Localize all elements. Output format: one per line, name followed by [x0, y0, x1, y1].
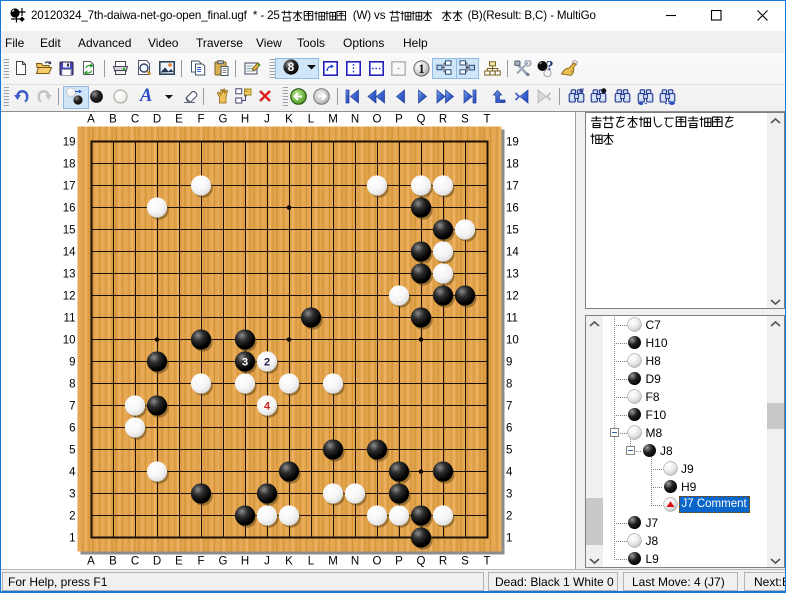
svg-text:H: H [241, 114, 249, 126]
svg-text:F: F [197, 556, 204, 568]
svg-text:2: 2 [69, 511, 75, 523]
svg-text:S: S [461, 114, 469, 126]
svg-text:K: K [285, 114, 293, 126]
svg-text:T: T [483, 114, 490, 126]
svg-text:E: E [175, 114, 183, 126]
svg-text:5: 5 [506, 445, 512, 457]
svg-text:N: N [351, 114, 359, 126]
svg-text:4: 4 [69, 467, 76, 479]
svg-text:H: H [241, 556, 249, 568]
svg-text:A: A [87, 556, 95, 568]
svg-text:18: 18 [506, 159, 519, 171]
svg-text:B: B [109, 114, 117, 126]
svg-text:18: 18 [63, 159, 76, 171]
svg-text:2: 2 [264, 357, 270, 369]
svg-text:G: G [219, 556, 228, 568]
svg-text:13: 13 [63, 269, 76, 281]
svg-text:T: T [483, 556, 490, 568]
svg-text:F: F [197, 114, 204, 126]
svg-text:M: M [328, 114, 338, 126]
svg-text:R: R [439, 556, 447, 568]
svg-text:C: C [131, 114, 139, 126]
svg-text:1: 1 [506, 533, 512, 545]
svg-text:16: 16 [63, 203, 76, 215]
svg-text:7: 7 [506, 401, 512, 413]
svg-text:9: 9 [506, 357, 512, 369]
svg-text:16: 16 [506, 203, 519, 215]
svg-text:C: C [131, 556, 139, 568]
svg-text:K: K [285, 556, 293, 568]
svg-text:17: 17 [63, 181, 76, 193]
svg-text:Q: Q [417, 114, 426, 126]
svg-text:7: 7 [69, 401, 75, 413]
svg-text:S: S [461, 556, 469, 568]
svg-text:P: P [395, 114, 403, 126]
svg-text:1: 1 [418, 62, 424, 76]
svg-text:15: 15 [63, 225, 76, 237]
svg-text:10: 10 [506, 335, 519, 347]
svg-text:J: J [264, 556, 270, 568]
svg-text:4: 4 [506, 467, 513, 479]
svg-text:D: D [153, 114, 161, 126]
svg-text:N: N [351, 556, 359, 568]
svg-text:8: 8 [69, 379, 75, 391]
svg-text:17: 17 [506, 181, 519, 193]
svg-text:10: 10 [63, 335, 76, 347]
svg-text:M: M [328, 556, 338, 568]
svg-text:3: 3 [506, 489, 512, 501]
svg-text:L: L [308, 114, 315, 126]
svg-text:6: 6 [506, 423, 512, 435]
svg-text:8: 8 [506, 379, 512, 391]
svg-text:G: G [219, 114, 228, 126]
svg-text:13: 13 [506, 269, 519, 281]
svg-text:B: B [109, 556, 117, 568]
svg-text:O: O [373, 556, 382, 568]
svg-text:12: 12 [63, 291, 76, 303]
svg-text:1: 1 [69, 533, 75, 545]
svg-text:14: 14 [63, 247, 76, 259]
svg-text:11: 11 [506, 313, 518, 325]
svg-text:8: 8 [287, 62, 294, 74]
svg-text:3: 3 [242, 357, 248, 369]
svg-text:19: 19 [63, 137, 76, 149]
svg-text:14: 14 [506, 247, 519, 259]
svg-text:6: 6 [69, 423, 75, 435]
svg-text:D: D [153, 556, 161, 568]
svg-text:A: A [87, 114, 95, 126]
svg-text:Q: Q [417, 556, 426, 568]
svg-text:P: P [395, 556, 403, 568]
svg-text:12: 12 [506, 291, 519, 303]
svg-text:#: # [579, 88, 584, 96]
svg-text:11: 11 [64, 313, 76, 325]
svg-text:15: 15 [506, 225, 519, 237]
svg-text:O: O [373, 114, 382, 126]
svg-text:R: R [439, 114, 447, 126]
svg-text:3: 3 [69, 489, 75, 501]
svg-text:J: J [264, 114, 270, 126]
svg-text:4: 4 [264, 401, 271, 413]
svg-text:L: L [308, 556, 315, 568]
svg-text:E: E [175, 556, 183, 568]
svg-text:9: 9 [69, 357, 75, 369]
svg-text:5: 5 [69, 445, 75, 457]
svg-text:2: 2 [506, 511, 512, 523]
svg-text:19: 19 [506, 137, 519, 149]
